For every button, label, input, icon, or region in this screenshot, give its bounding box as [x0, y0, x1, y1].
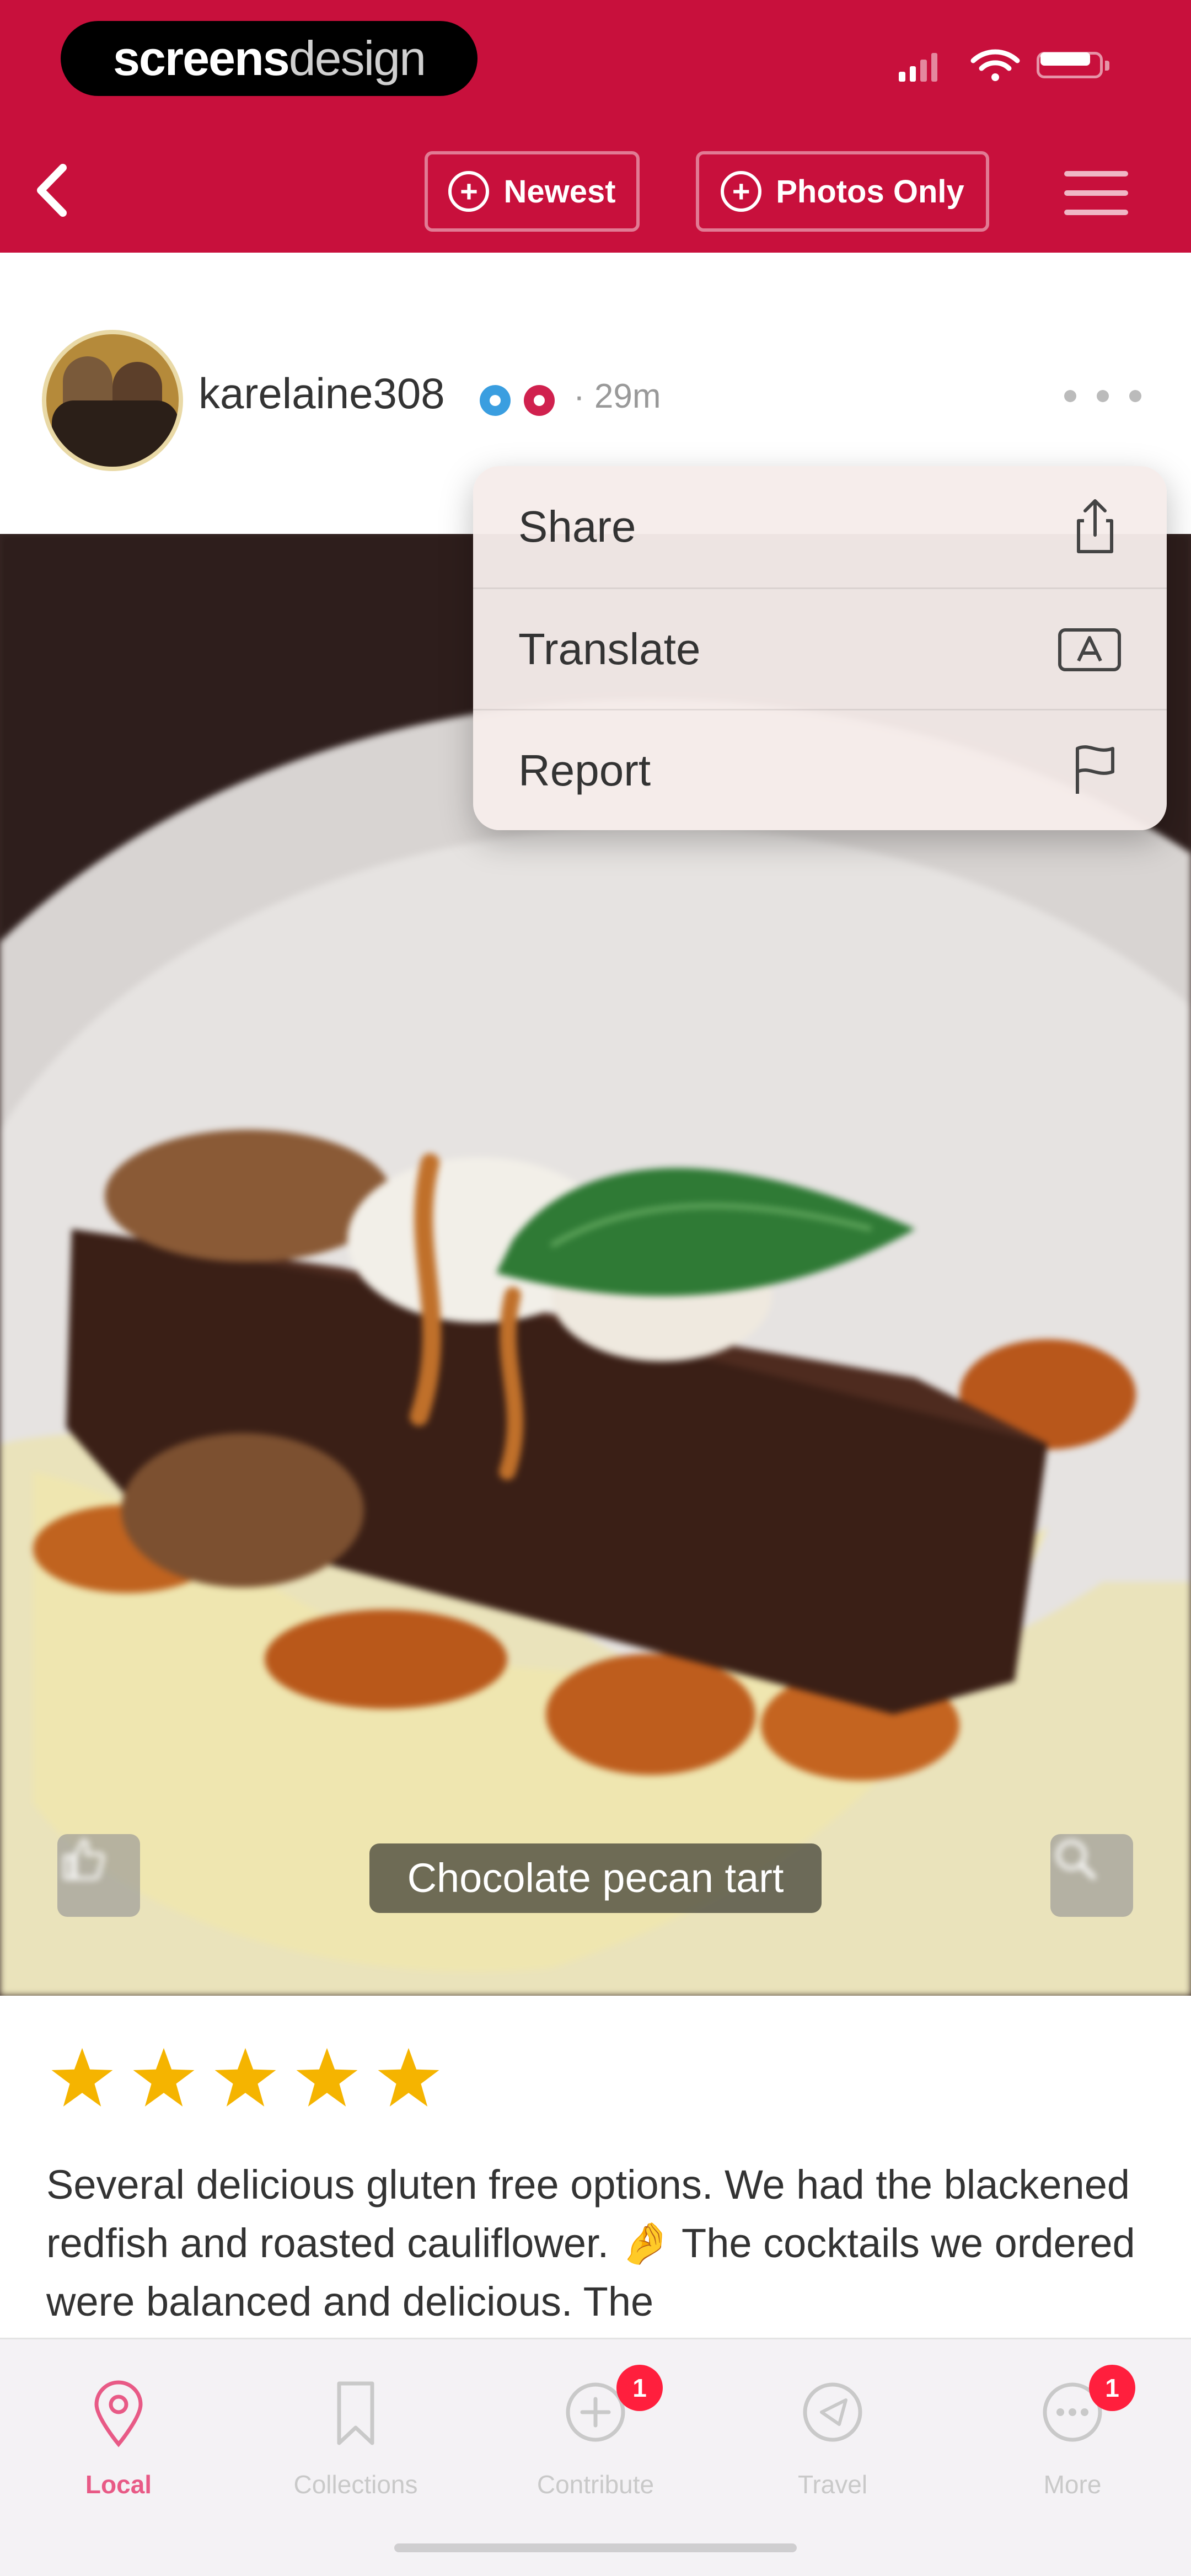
contribute-notification-badge: 1 — [616, 2365, 663, 2411]
tab-label: More — [1043, 2470, 1102, 2499]
post-timestamp: · 29m — [573, 377, 661, 415]
newest-filter-label: Newest — [503, 173, 616, 210]
username[interactable]: karelaine308 — [198, 368, 445, 419]
back-button[interactable] — [29, 160, 78, 221]
menu-item-translate[interactable]: Translate — [473, 587, 1167, 709]
translate-icon — [1058, 628, 1121, 671]
hamburger-menu-button[interactable] — [1064, 171, 1128, 215]
menu-item-share[interactable]: Share — [473, 466, 1167, 587]
logo-text-2: design — [288, 31, 426, 85]
tab-label: Travel — [797, 2470, 868, 2499]
photos-only-filter-button[interactable]: Photos Only — [696, 151, 989, 232]
home-indicator — [394, 2543, 797, 2552]
context-menu: Share Translate Report — [473, 466, 1167, 830]
zoom-button[interactable] — [1050, 1834, 1133, 1917]
share-icon — [1077, 499, 1113, 553]
star-icon — [51, 2048, 113, 2107]
bottom-tab-bar: Local Collections 1 Contribute Travel 1 … — [0, 2338, 1191, 2576]
logo-text-1: screens — [112, 31, 290, 85]
review-text: Several delicious gluten free options. W… — [46, 2162, 1135, 2324]
menu-item-label: Translate — [518, 624, 701, 674]
like-button[interactable] — [57, 1834, 140, 1917]
star-icon — [296, 2048, 358, 2107]
header-bar: screensdesign Newest Photos Only — [0, 0, 1191, 253]
wifi-icon — [970, 49, 1020, 82]
location-pin-icon — [94, 2380, 143, 2447]
rating-stars — [50, 2045, 441, 2110]
flag-icon — [1076, 745, 1114, 794]
plus-circle-icon — [721, 171, 762, 212]
tab-more[interactable]: 1 More — [990, 2361, 1155, 2505]
menu-item-label: Report — [518, 745, 651, 795]
screensdesign-logo: screensdesign — [61, 21, 478, 96]
avatar[interactable] — [42, 330, 183, 471]
thumbs-up-icon — [63, 1839, 105, 1880]
menu-item-label: Share — [518, 502, 636, 551]
photos-only-filter-label: Photos Only — [776, 173, 964, 210]
signal-icon — [899, 49, 937, 82]
tab-collections[interactable]: Collections — [273, 2361, 438, 2505]
contributor-badge-icon — [524, 385, 555, 416]
chevron-left-icon — [37, 164, 67, 217]
tab-local[interactable]: Local — [36, 2361, 201, 2505]
tab-contribute[interactable]: 1 Contribute — [513, 2361, 678, 2505]
ellipsis-icon[interactable] — [1064, 385, 1141, 407]
newest-filter-button[interactable]: Newest — [425, 151, 640, 232]
tab-label: Collections — [293, 2470, 418, 2499]
tab-travel[interactable]: Travel — [750, 2361, 915, 2505]
tab-label: Contribute — [537, 2470, 654, 2499]
tab-label: Local — [85, 2470, 152, 2499]
star-icon — [214, 2048, 276, 2107]
review-section: Several delicious gluten free options. W… — [0, 1996, 1191, 2349]
star-icon — [133, 2048, 195, 2107]
photo-caption: Chocolate pecan tart — [369, 1843, 822, 1913]
magnifier-icon — [1056, 1840, 1096, 1880]
battery-icon — [1037, 49, 1114, 82]
verified-badge-icon — [480, 385, 511, 416]
bookmark-icon — [337, 2381, 374, 2445]
more-notification-badge: 1 — [1089, 2365, 1135, 2411]
star-icon — [378, 2048, 439, 2107]
compass-icon — [803, 2382, 862, 2442]
plus-circle-icon — [448, 171, 490, 212]
menu-item-report[interactable]: Report — [473, 709, 1167, 830]
